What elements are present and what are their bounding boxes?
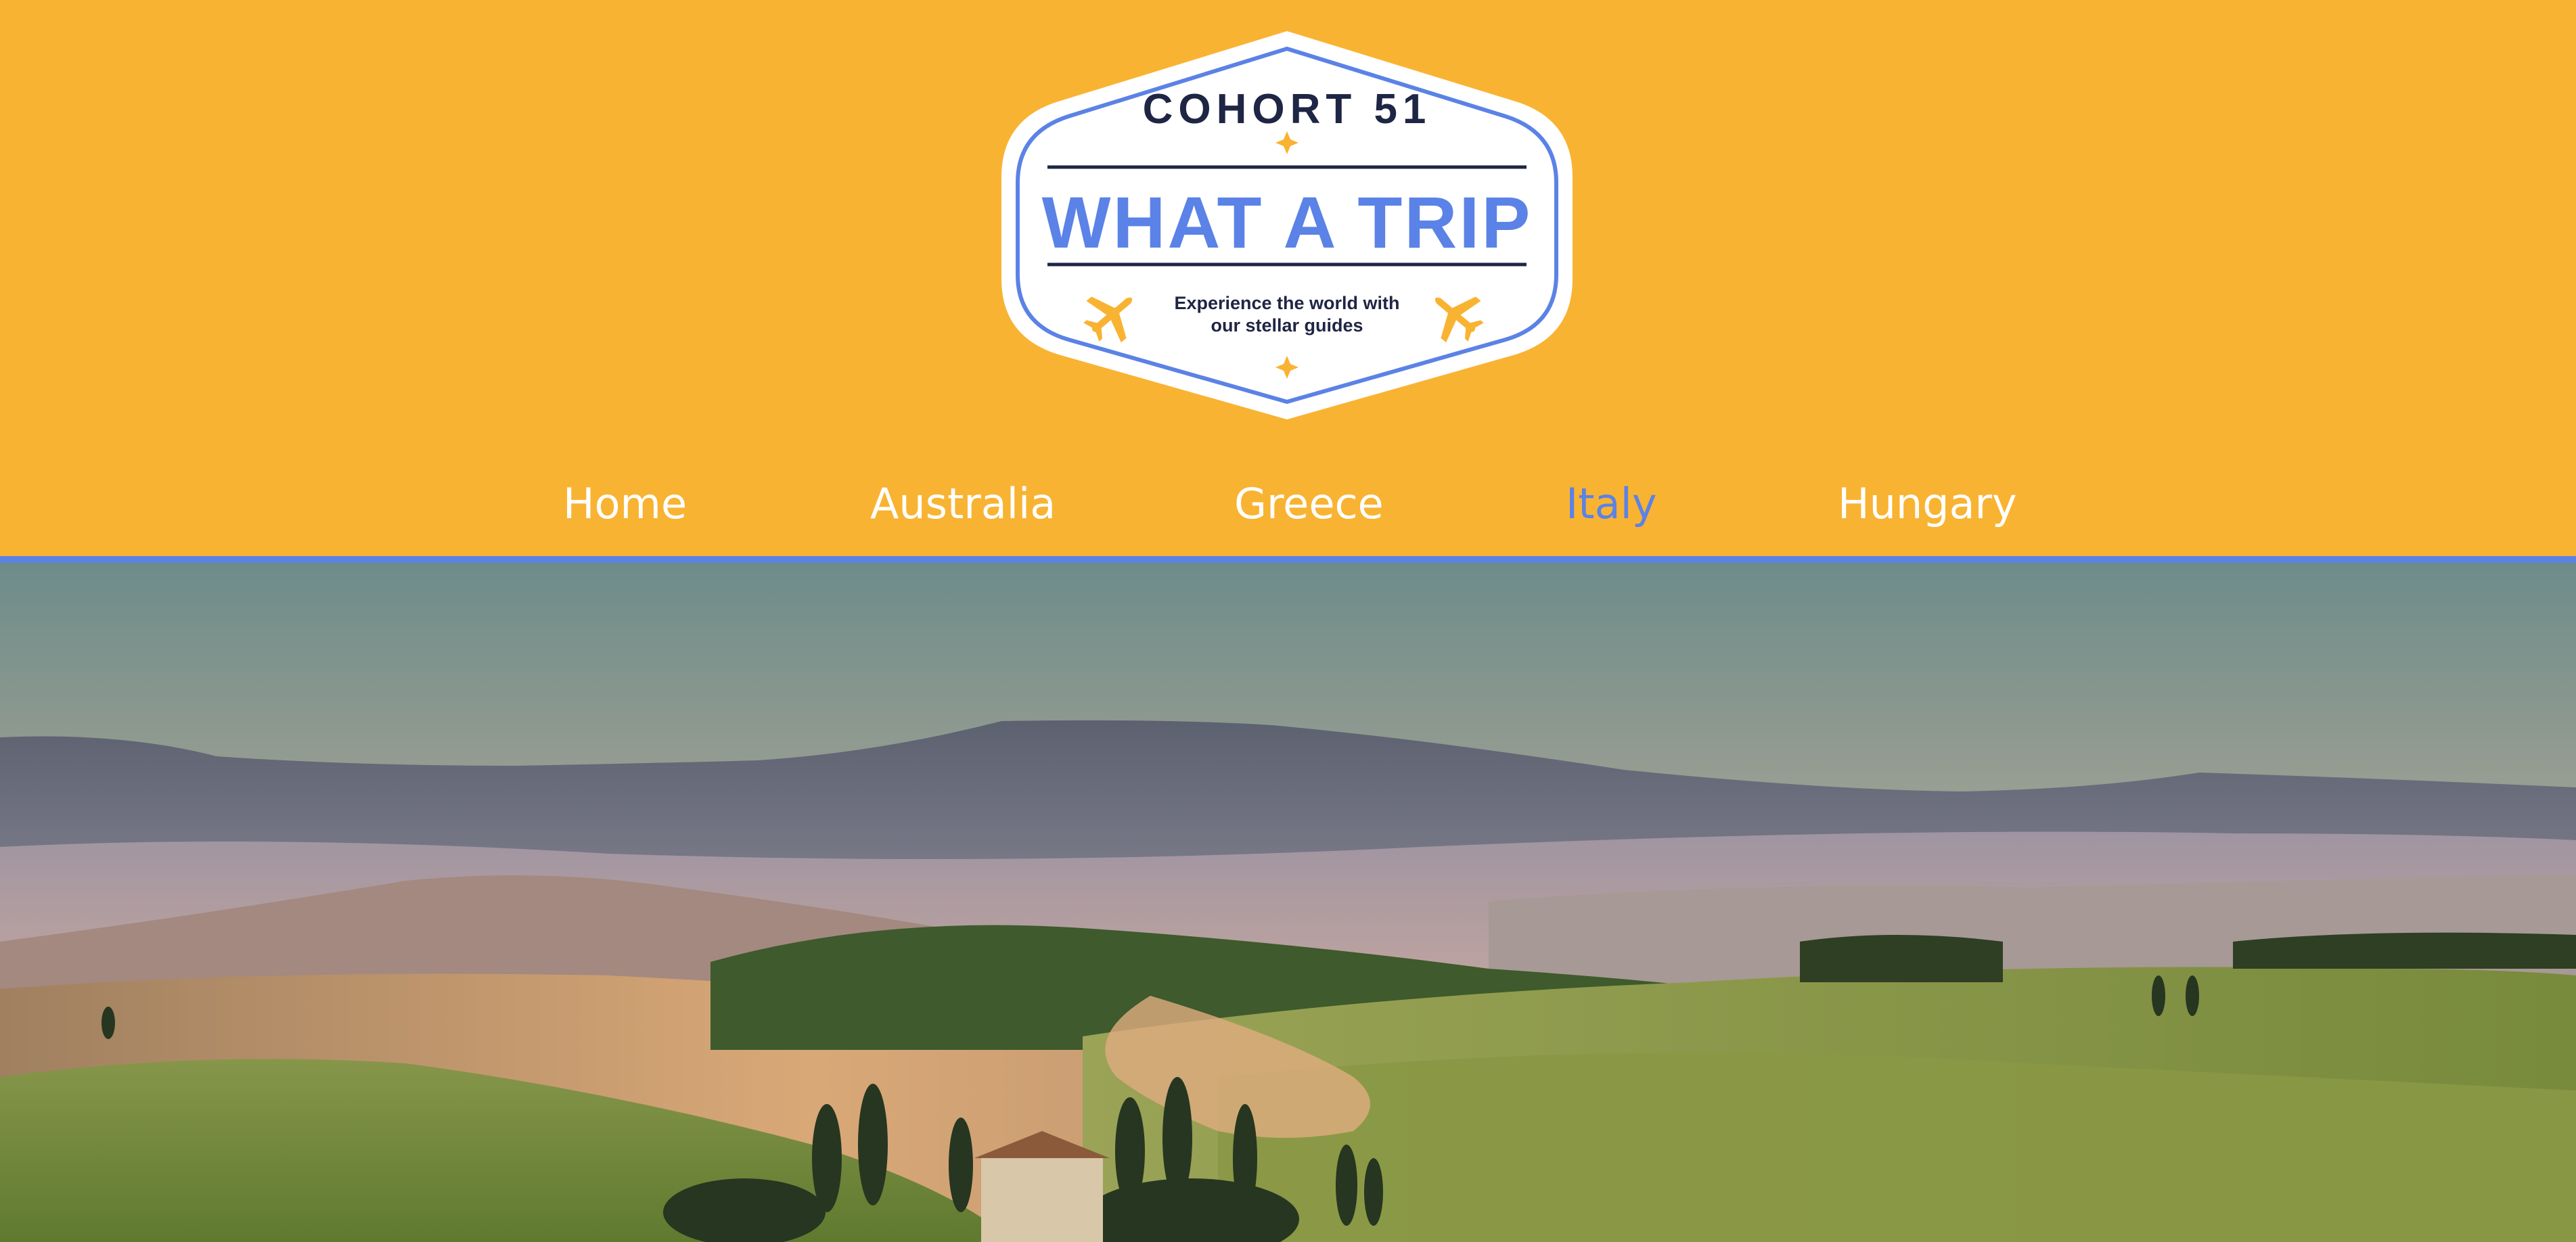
logo-tagline: Experience the world with our stellar gu… <box>1164 292 1410 337</box>
header-divider <box>0 556 2576 563</box>
site-logo[interactable]: COHORT 51 WHAT A TRIP Experience the wor… <box>995 27 1579 423</box>
nav-item-greece[interactable]: Greece <box>1234 467 1384 541</box>
page: COHORT 51 WHAT A TRIP Experience the wor… <box>0 0 2576 1242</box>
logo-tagline-line1: Experience the world with <box>1174 293 1400 313</box>
nav-item-home[interactable]: Home <box>563 467 687 541</box>
logo-title: WHAT A TRIP <box>1041 181 1533 263</box>
nav-item-hungary[interactable]: Hungary <box>1838 467 2017 541</box>
site-header: COHORT 51 WHAT A TRIP Experience the wor… <box>0 0 2576 556</box>
logo-cohort-label: COHORT 51 <box>1142 86 1432 133</box>
logo-tagline-line2: our stellar guides <box>1211 315 1363 336</box>
nav-item-italy[interactable]: Italy <box>1566 467 1657 541</box>
nav-item-australia[interactable]: Australia <box>870 467 1056 541</box>
hero-image <box>0 563 2576 1242</box>
tuscany-landscape-image <box>0 563 2576 1242</box>
main-nav: Home Australia Greece Italy Hungary <box>0 467 2576 541</box>
